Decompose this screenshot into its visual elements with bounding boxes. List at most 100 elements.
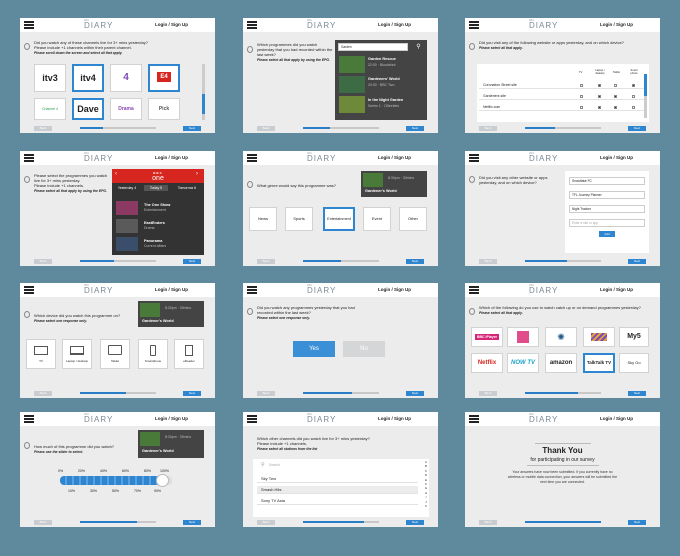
back-button[interactable]: Back <box>34 520 52 525</box>
back-button[interactable]: Back <box>479 259 497 264</box>
menu-icon[interactable] <box>247 286 257 294</box>
menu-icon[interactable] <box>24 415 34 423</box>
login-link[interactable]: Login / Sign Up <box>600 416 633 421</box>
device-tablet[interactable]: Tablet <box>100 339 130 369</box>
genre-event[interactable]: Event <box>363 207 391 231</box>
checkbox[interactable] <box>580 106 583 109</box>
programme-title[interactable]: The One Show <box>144 203 170 207</box>
next-button[interactable]: Next <box>406 259 424 264</box>
back-button[interactable]: Back <box>479 391 497 396</box>
checkbox[interactable] <box>614 106 617 109</box>
login-link[interactable]: Login / Sign Up <box>600 287 633 292</box>
service-netflix[interactable]: Netflix <box>471 353 503 373</box>
checkbox[interactable] <box>614 84 617 87</box>
result-title[interactable]: Garden Rescue <box>368 57 396 61</box>
chevron-left-icon[interactable]: ‹ <box>115 171 117 177</box>
checkbox[interactable] <box>580 95 583 98</box>
login-link[interactable]: Login / Sign Up <box>378 22 411 27</box>
search-icon[interactable]: ⚲ <box>413 43 424 51</box>
site-field[interactable]: TFL Journey Planner <box>569 191 645 199</box>
login-link[interactable]: Login / Sign Up <box>155 287 188 292</box>
checkbox[interactable] <box>598 106 601 109</box>
genre-entertainment[interactable]: Entertainment <box>323 207 355 231</box>
chevron-right-icon[interactable]: › <box>196 171 198 177</box>
next-button[interactable]: Next <box>183 126 201 131</box>
back-button[interactable]: Back <box>257 259 275 264</box>
programme-title[interactable]: Panorama <box>144 239 162 243</box>
checkbox[interactable] <box>580 84 583 87</box>
slider-handle[interactable] <box>156 474 169 487</box>
back-button[interactable]: Back <box>34 391 52 396</box>
back-button[interactable]: Back <box>257 520 275 525</box>
back-button[interactable]: Back <box>34 259 52 264</box>
genre-news[interactable]: News <box>249 207 277 231</box>
login-link[interactable]: Login / Sign Up <box>378 155 411 160</box>
site-field[interactable]: Snowflake FC <box>569 177 645 185</box>
programme-title[interactable]: EastEnders <box>144 221 165 225</box>
alpha-letter[interactable]: K <box>423 504 429 508</box>
back-button[interactable]: Back <box>479 520 497 525</box>
menu-icon[interactable] <box>247 21 257 29</box>
result-title[interactable]: In the Night Garden <box>368 98 403 102</box>
add-button[interactable]: Add <box>599 231 615 237</box>
menu-icon[interactable] <box>247 415 257 423</box>
service-amazon[interactable]: amazon <box>545 353 577 373</box>
day-tab-today[interactable]: Today 5 <box>144 185 168 191</box>
menu-icon[interactable] <box>469 154 479 162</box>
menu-icon[interactable] <box>24 286 34 294</box>
checkbox[interactable] <box>614 95 617 98</box>
genre-other[interactable]: Other <box>399 207 427 231</box>
result-title[interactable]: Gardeners' World <box>368 77 400 81</box>
epg-search-input[interactable]: Garden <box>338 43 408 51</box>
back-button[interactable]: Back <box>34 126 52 131</box>
next-button[interactable]: Next <box>628 259 646 264</box>
menu-icon[interactable] <box>469 415 479 423</box>
login-link[interactable]: Login / Sign Up <box>600 155 633 160</box>
next-button[interactable]: Next <box>183 391 201 396</box>
device-smartphone[interactable]: Smartphone <box>138 339 168 369</box>
menu-icon[interactable] <box>469 286 479 294</box>
login-link[interactable]: Login / Sign Up <box>378 416 411 421</box>
site-input[interactable]: Enter a site or app <box>569 219 645 227</box>
no-button[interactable]: No <box>343 341 385 357</box>
next-button[interactable]: Next <box>183 520 201 525</box>
day-tab-tomorrow[interactable]: Tomorrow 6 <box>174 186 200 190</box>
device-ereader[interactable]: eReader <box>174 339 204 369</box>
scrollbar[interactable] <box>644 74 647 118</box>
back-button[interactable]: Back <box>257 391 275 396</box>
device-tv[interactable]: TV <box>26 339 56 369</box>
menu-icon[interactable] <box>24 154 34 162</box>
menu-icon[interactable] <box>469 21 479 29</box>
device-laptop[interactable]: Laptop / desktop <box>62 339 92 369</box>
next-button[interactable]: Next <box>183 259 201 264</box>
service-channel5[interactable] <box>583 327 615 347</box>
checkbox[interactable] <box>632 106 635 109</box>
genre-sports[interactable]: Sports <box>285 207 313 231</box>
checkbox[interactable] <box>632 84 635 87</box>
next-button[interactable]: Next <box>406 391 424 396</box>
back-button[interactable]: Back <box>257 126 275 131</box>
next-button[interactable]: Next <box>628 520 646 525</box>
service-my5[interactable]: My5 <box>619 327 649 347</box>
service-now-tv[interactable]: NOW TV <box>507 353 539 373</box>
channel-tile-dave[interactable]: Dave <box>72 98 104 120</box>
login-link[interactable]: Login / Sign Up <box>155 416 188 421</box>
channel-list-item[interactable]: Sony TV Asia <box>257 497 418 505</box>
alphabet-index[interactable]: A B C D E F G H I J K <box>423 460 429 508</box>
menu-icon[interactable] <box>247 154 257 162</box>
day-tab-yesterday[interactable]: Yesterday 4 <box>116 186 138 190</box>
channel-list-item[interactable]: Smash Hits <box>257 486 418 494</box>
menu-icon[interactable] <box>24 21 34 29</box>
site-field[interactable]: Night Tracker <box>569 205 645 213</box>
scrollbar[interactable] <box>202 64 205 120</box>
channel-list-item[interactable]: Sky Two <box>257 475 418 483</box>
next-button[interactable]: Next <box>406 520 424 525</box>
checkbox[interactable] <box>598 95 601 98</box>
checkbox[interactable] <box>598 84 601 87</box>
service-talktalk-tv[interactable]: TalkTalk TV <box>583 353 615 373</box>
login-link[interactable]: Login / Sign Up <box>378 287 411 292</box>
checkbox[interactable] <box>632 95 635 98</box>
next-button[interactable]: Next <box>628 126 646 131</box>
login-link[interactable]: Login / Sign Up <box>155 155 188 160</box>
channel-tile-itv4[interactable]: itv4 <box>72 64 104 92</box>
